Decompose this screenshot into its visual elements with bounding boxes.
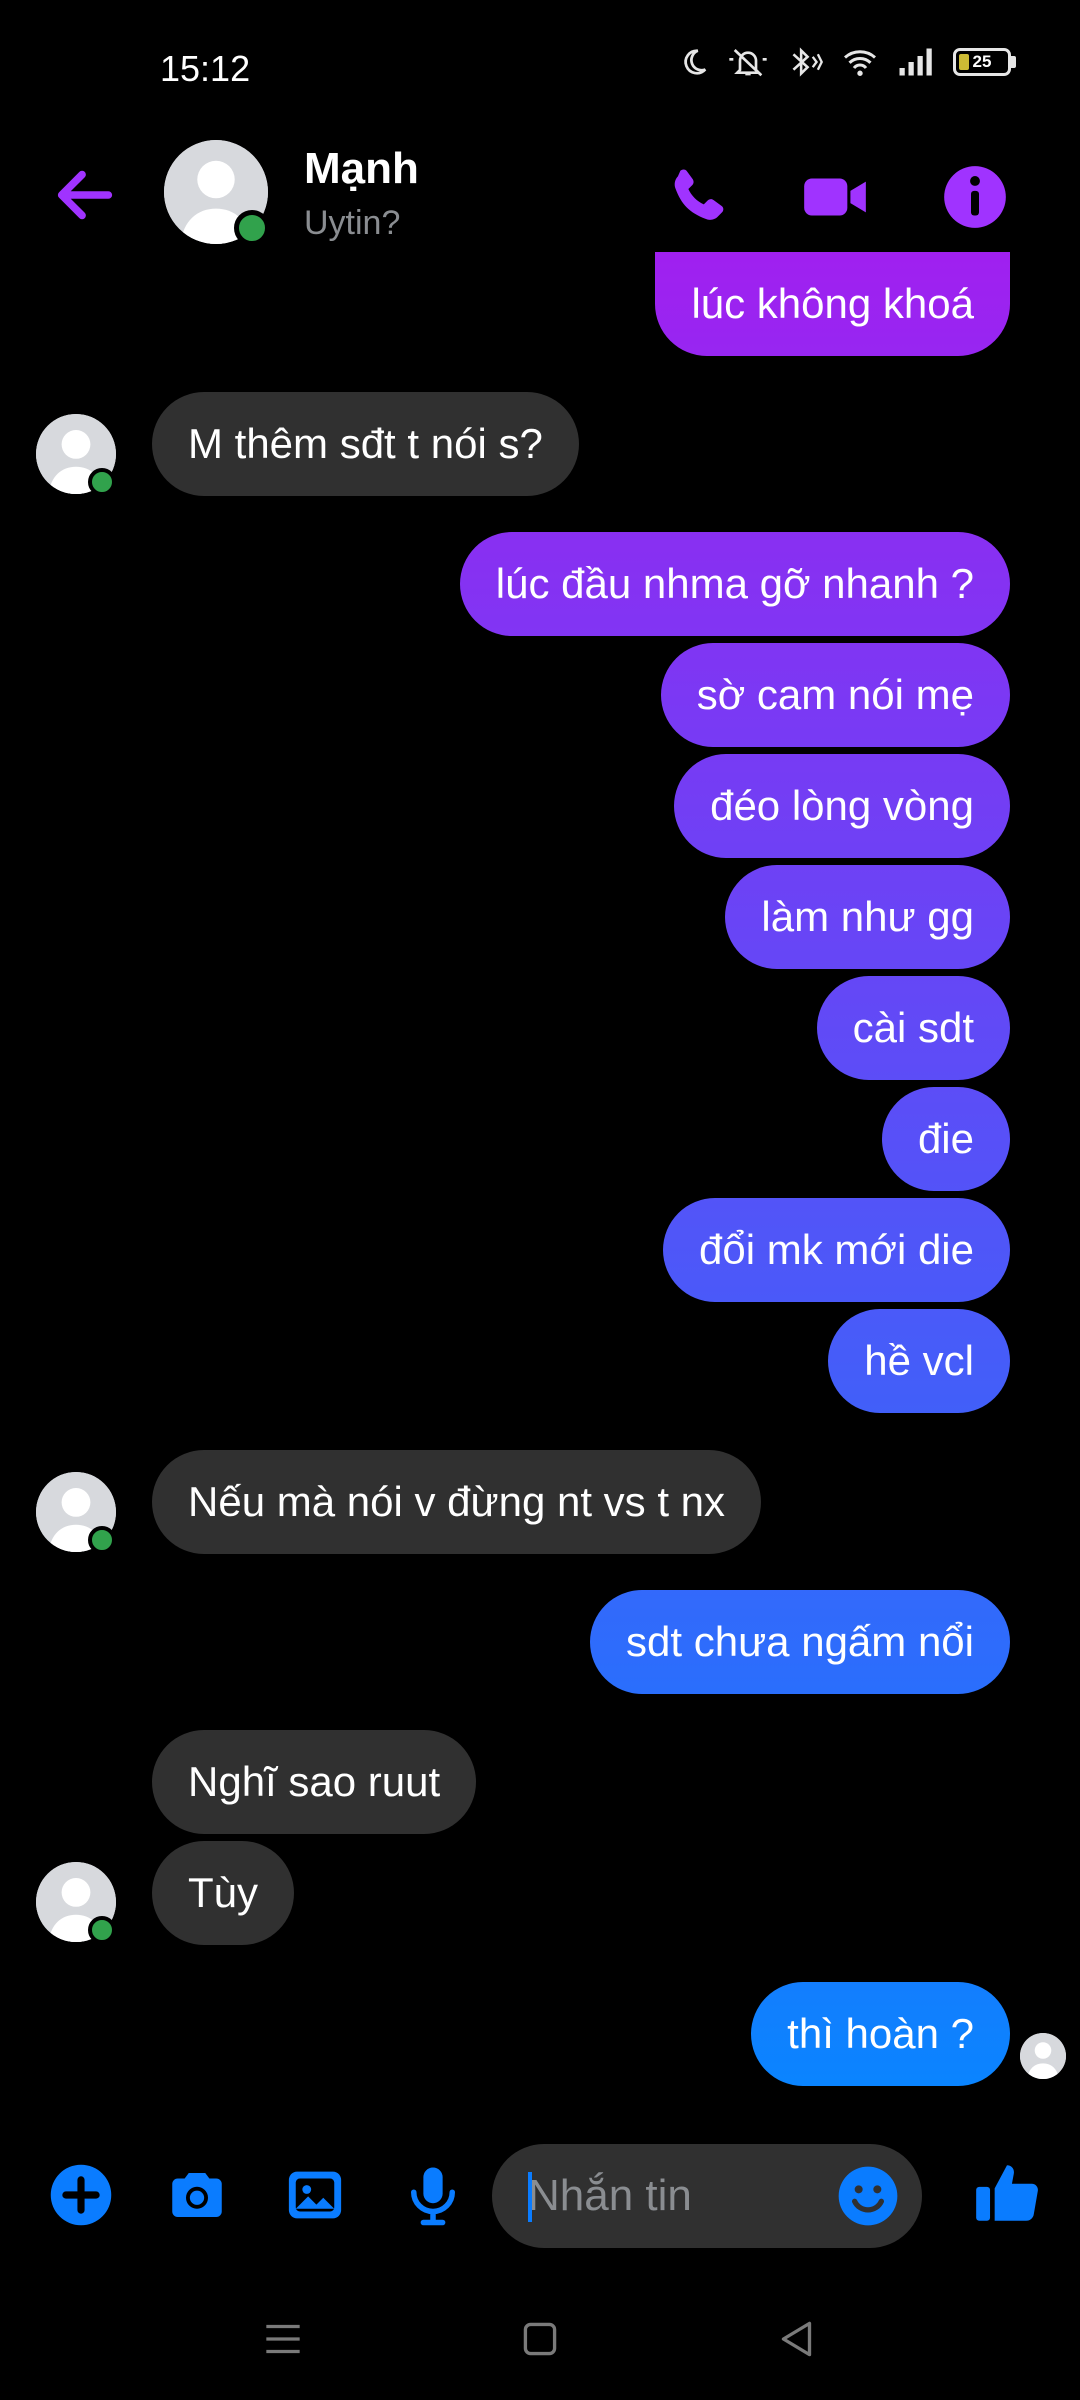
message-composer: Nhắn tin (0, 2140, 1080, 2250)
message-bubble-outgoing[interactable]: đie (881, 1087, 1010, 1191)
message-bubble-incoming[interactable]: Nghĩ sao ruut (152, 1730, 477, 1834)
add-button[interactable] (48, 2162, 114, 2228)
conversation-header: Mạnh Uytin? (0, 130, 1080, 260)
online-indicator (88, 468, 116, 496)
message-bubble-outgoing[interactable]: thì hoàn ? (751, 1982, 1010, 2086)
camera-icon (172, 2173, 222, 2217)
mute-bell-icon (729, 49, 767, 77)
signal-icon (899, 48, 932, 76)
message-bubble-outgoing[interactable]: sờ cam nói mẹ (660, 643, 1010, 747)
contact-status: Uytin? (304, 204, 401, 242)
video-call-button[interactable] (798, 160, 872, 234)
smiley-icon (838, 2166, 898, 2226)
status-bar: 15:12 25 (0, 0, 1080, 130)
thumbs-up-icon (976, 2165, 1038, 2221)
menu-button[interactable] (258, 2314, 308, 2364)
back-button[interactable] (50, 160, 120, 230)
info-icon (944, 166, 1006, 228)
emoji-button[interactable] (836, 2164, 900, 2228)
online-indicator (88, 1526, 116, 1554)
status-time: 15:12 (160, 48, 251, 89)
phone-icon (674, 169, 724, 220)
online-indicator (88, 1916, 116, 1944)
back-arrow-icon (57, 170, 113, 220)
contact-name[interactable]: Mạnh (304, 144, 419, 194)
message-bubble-outgoing[interactable]: làm như gg (725, 865, 1010, 969)
message-bubble-incoming[interactable]: M thêm sđt t nói s? (152, 392, 579, 496)
battery-level: 25 (972, 52, 992, 71)
message-input-placeholder: Nhắn tin (528, 2171, 692, 2220)
message-bubble-outgoing[interactable]: lúc không khoá (655, 252, 1010, 356)
voice-message-button[interactable] (400, 2162, 466, 2228)
triangle-back-icon (781, 2321, 812, 2357)
battery-icon: 25 (953, 48, 1011, 76)
camera-button[interactable] (164, 2162, 230, 2228)
gallery-button[interactable] (282, 2162, 348, 2228)
menu-icon (266, 2324, 300, 2354)
video-camera-icon (804, 178, 866, 216)
bluetooth-icon (792, 47, 823, 77)
system-navigation-bar (0, 2290, 1080, 2400)
message-bubble-outgoing[interactable]: hề vcl (828, 1309, 1010, 1413)
message-bubble-incoming[interactable]: Tùy (152, 1841, 295, 1945)
message-bubble-outgoing[interactable]: sdt chưa ngấm nổi (590, 1590, 1010, 1694)
info-button[interactable] (938, 160, 1012, 234)
message-input[interactable]: Nhắn tin (492, 2144, 922, 2248)
microphone-icon (411, 2167, 455, 2226)
square-home-icon (523, 2322, 557, 2356)
seen-receipt-avatar (1020, 2033, 1066, 2079)
text-caret (528, 2172, 532, 2222)
plus-circle-icon (50, 2164, 112, 2226)
message-bubble-outgoing[interactable]: lúc đầu nhma gỡ nhanh ? (459, 532, 1010, 636)
message-bubble-outgoing[interactable]: cài sdt (816, 976, 1010, 1080)
image-icon (288, 2171, 342, 2219)
status-icons: 25 (679, 46, 1016, 78)
message-bubble-incoming[interactable]: Nếu mà nói v đừng nt vs t nx (152, 1450, 762, 1554)
voice-call-button[interactable] (660, 160, 734, 234)
like-button[interactable] (970, 2156, 1044, 2230)
moon-icon (684, 49, 707, 75)
default-person-icon (1020, 2033, 1066, 2079)
back-nav-button[interactable] (772, 2314, 822, 2364)
wifi-icon (844, 50, 876, 76)
online-indicator (234, 210, 270, 246)
message-bubble-outgoing[interactable]: đéo lòng vòng (674, 754, 1010, 858)
home-button[interactable] (515, 2314, 565, 2364)
message-bubble-outgoing[interactable]: đổi mk mới die (663, 1198, 1010, 1302)
